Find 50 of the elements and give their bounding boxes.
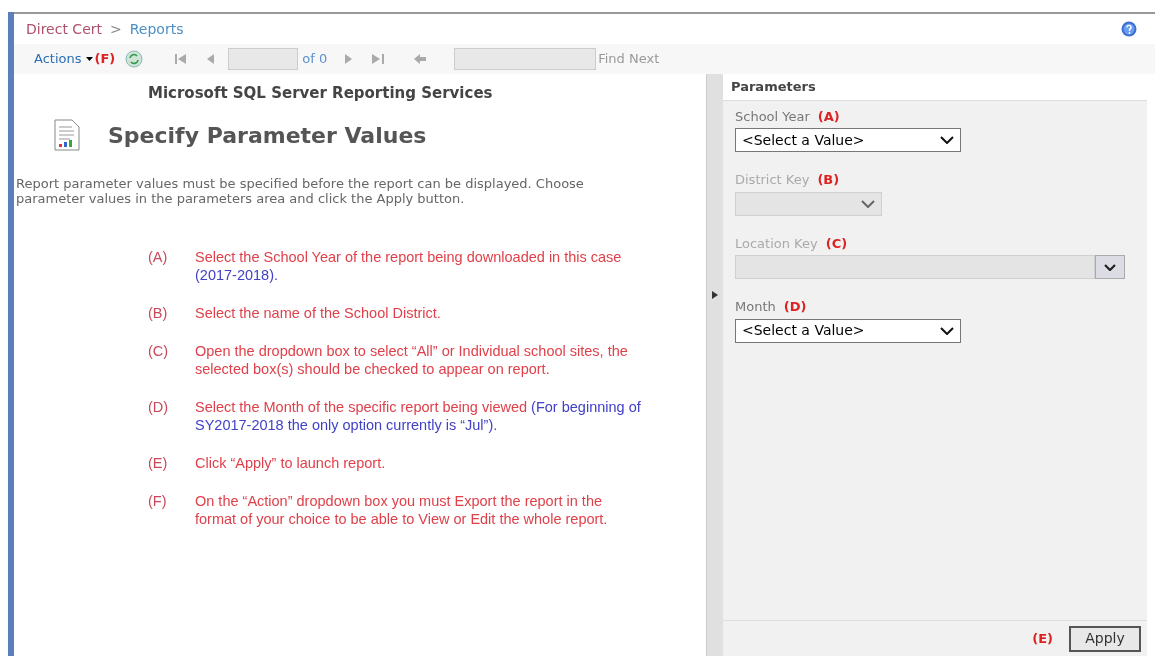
instruction-text: Open the dropdown box to select “All” or Individual school sites, the selected box(s) should be checked to appear on report.	[195, 341, 629, 378]
annotation-marker: (F)	[94, 50, 116, 69]
chevron-down-icon	[940, 136, 954, 144]
breadcrumb-separator: >	[110, 19, 122, 39]
annotation-marker: (B)	[817, 171, 840, 189]
field-label: School Year	[735, 107, 810, 126]
refresh-icon[interactable]	[125, 50, 144, 68]
breadcrumb-link[interactable]: Direct Cert	[26, 18, 102, 40]
next-page-icon[interactable]	[345, 54, 353, 64]
instruction-text: On the “Action” dropdown box you must Export the report in the format of your choice to be able to View or Edit the whole report.	[195, 491, 609, 528]
last-page-icon[interactable]	[372, 54, 385, 64]
find-field[interactable]	[454, 48, 597, 70]
annotation-marker: (D)	[783, 298, 807, 316]
help-icon[interactable]	[1121, 21, 1137, 37]
actions-menu[interactable]: Actions	[34, 49, 93, 69]
field-label: Location Key	[735, 234, 818, 253]
panel-title: Parameters	[723, 74, 1147, 101]
back-arrow-icon[interactable]	[414, 54, 427, 64]
field-label: Month	[735, 298, 776, 316]
annotation-marker: (C)	[825, 234, 848, 253]
chevron-down-icon	[940, 326, 954, 335]
field-label: District Key	[735, 171, 810, 189]
instruction-text: Select the Month of the specific report being viewed (For beginning of SY2017-2018 the only option currently is “Jul”).	[195, 397, 642, 434]
report-document-icon	[54, 119, 80, 151]
page-number-field[interactable]	[228, 48, 299, 70]
dropdown[interactable]: <Select a Value>	[735, 128, 961, 152]
annotation-marker: (E)	[1032, 629, 1053, 648]
page-count: of 0	[302, 50, 328, 69]
instruction-letter: (B)	[148, 303, 169, 322]
instruction-letter: (D)	[148, 397, 170, 417]
previous-page-icon[interactable]	[207, 54, 215, 64]
chevron-down-icon	[861, 199, 875, 208]
caret-icon	[85, 57, 93, 61]
instruction-text: Select the name of the School District.	[195, 303, 441, 322]
first-page-icon[interactable]	[175, 54, 188, 64]
instruction-letter: (C)	[148, 341, 170, 361]
instruction-text: Click “Apply” to launch report.	[195, 453, 386, 472]
instruction-letter: (F)	[148, 491, 168, 511]
expand-arrow-icon[interactable]	[712, 291, 718, 299]
page-title: Specify Parameter Values	[108, 121, 427, 150]
chevron-down-icon	[1104, 263, 1116, 271]
description-text: Report parameter values must be specified before the report can be displayed. Choose parameter values in the parameters area and click the Apply button.	[16, 175, 585, 206]
instruction-letter: (E)	[148, 453, 169, 472]
instruction-letter: (A)	[148, 247, 169, 267]
instruction-text: Select the School Year of the report being downloaded in this case (2017-2018).	[195, 247, 623, 284]
dropdown[interactable]: <Select a Value>	[735, 318, 961, 343]
report-heading: Microsoft SQL Server Reporting Services	[147, 83, 494, 104]
annotation-marker: (A)	[817, 107, 840, 126]
apply-button[interactable]: Apply	[1069, 625, 1141, 652]
breadcrumb-current: Reports	[129, 19, 184, 39]
